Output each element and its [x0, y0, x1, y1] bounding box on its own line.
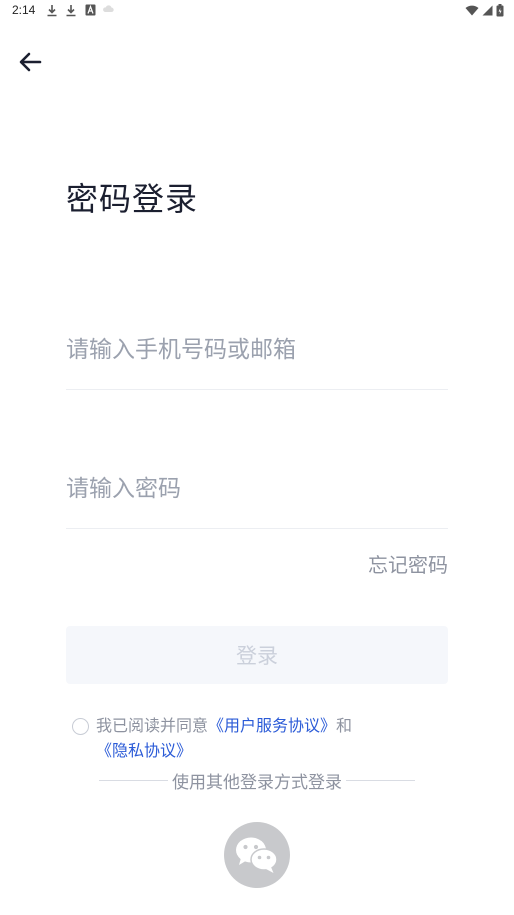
- signal-icon: [482, 5, 493, 16]
- font-icon: [85, 4, 96, 16]
- wechat-login-button[interactable]: [224, 822, 290, 888]
- user-service-agreement-link[interactable]: 《用户服务协议》: [208, 716, 336, 735]
- arrow-left-icon: [19, 52, 42, 72]
- other-login-divider: 使用其他登录方式登录: [99, 768, 415, 793]
- back-button[interactable]: [14, 46, 48, 80]
- phone-email-field: [66, 330, 448, 390]
- status-time: 2:14: [12, 3, 36, 17]
- other-login-label: 使用其他登录方式登录: [168, 768, 346, 793]
- phone-email-input[interactable]: [66, 330, 448, 370]
- download-icon: [47, 5, 57, 17]
- privacy-agreement-link[interactable]: 《隐私协议》: [96, 741, 192, 760]
- cloud-icon: [103, 5, 114, 12]
- battery-icon: [496, 4, 504, 17]
- agreement-prefix: 我已阅读并同意: [96, 716, 209, 735]
- download-icon: [66, 5, 76, 17]
- status-right-icons: [465, 4, 504, 17]
- agreement-checkbox[interactable]: [72, 718, 89, 735]
- password-field: [66, 469, 448, 529]
- wifi-icon: [465, 5, 479, 16]
- status-bar: 2:14: [0, 0, 514, 22]
- forgot-password-link[interactable]: 忘记密码: [368, 549, 448, 578]
- login-button[interactable]: 登录: [66, 626, 448, 684]
- wechat-icon: [236, 837, 278, 873]
- agreement-conjunction: 和: [336, 716, 353, 735]
- agreement-text: 我已阅读并同意《用户服务协议》和《隐私协议》: [96, 713, 446, 763]
- page-title: 密码登录: [66, 180, 199, 218]
- password-input[interactable]: [66, 469, 448, 509]
